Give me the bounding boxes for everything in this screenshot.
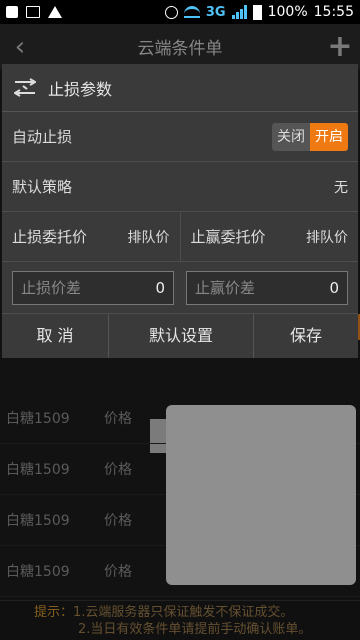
stop-loss-diff-value: 0 [155,278,165,297]
auto-stop-row: 自动止损 关闭 开启 [2,112,358,162]
take-profit-price-selector[interactable]: 止赢委托价 排队价 [179,212,359,261]
default-strategy-label: 默认策略 [12,178,73,196]
stop-loss-dialog: 止损参数 自动止损 关闭 开启 默认策略 无 止损委托价 排队价 止赢委托价 排… [2,64,358,358]
take-profit-price-label: 止赢委托价 [190,228,266,246]
stop-loss-price-selector[interactable]: 止损委托价 排队价 [2,212,180,261]
default-settings-button[interactable]: 默认设置 [108,314,254,358]
toggle-off-option[interactable]: 关闭 [272,122,310,151]
stop-loss-price-label: 止损委托价 [12,228,88,246]
battery-level: 100% [267,4,308,20]
default-strategy-value: 无 [334,179,348,196]
toggle-on-option[interactable]: 开启 [310,122,348,151]
network-type: 3G [205,4,226,20]
take-profit-diff-value: 0 [329,278,339,297]
take-profit-diff-input[interactable]: 止赢价差 0 [186,270,348,305]
wifi-icon [183,6,200,18]
notification-icon [6,6,18,18]
clock-time: 15:55 [313,4,354,20]
take-profit-diff-placeholder: 止赢价差 [195,279,256,297]
stop-loss-price-value: 排队价 [127,229,170,246]
stop-loss-diff-input[interactable]: 止损价差 0 [12,270,174,305]
auto-stop-label: 自动止损 [12,128,73,146]
warning-icon [48,6,62,18]
alarm-icon [164,5,178,19]
stop-loss-diff-placeholder: 止损价差 [21,279,82,297]
signal-icon [231,5,247,19]
dialog-title: 止损参数 [48,79,113,99]
image-icon [26,6,40,18]
price-diff-row: 止损价差 0 止赢价差 0 [2,262,358,314]
status-bar: 3G 100% 15:55 [0,0,360,24]
save-button[interactable]: 保存 [254,314,358,358]
dialog-header: 止损参数 [2,64,358,112]
default-strategy-row[interactable]: 默认策略 无 [2,162,358,212]
order-price-row: 止损委托价 排队价 止赢委托价 排队价 [2,212,358,262]
auto-stop-toggle[interactable]: 关闭 开启 [272,122,348,151]
battery-icon [252,4,262,20]
take-profit-price-value: 排队价 [306,229,348,246]
dialog-actions: 取 消 默认设置 保存 [2,314,358,358]
adjust-icon [14,77,36,97]
cancel-button[interactable]: 取 消 [2,314,108,358]
